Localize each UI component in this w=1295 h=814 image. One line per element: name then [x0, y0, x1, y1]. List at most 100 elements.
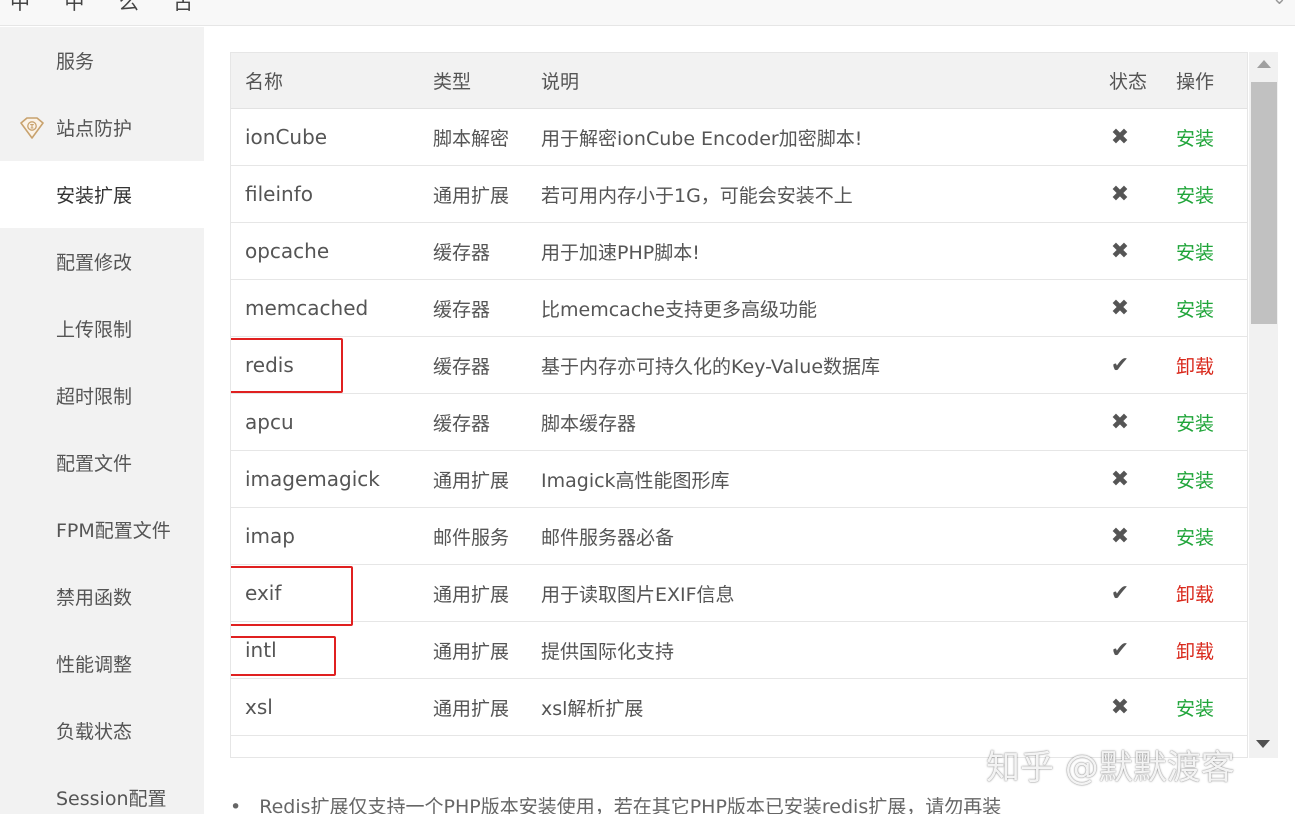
- chevron-down-icon[interactable]: ⌄: [1272, 0, 1287, 9]
- extension-description: 用于加速PHP脚本!: [541, 241, 700, 264]
- scrollbar-thumb[interactable]: [1251, 82, 1277, 324]
- sidebar-item-site-protection[interactable]: 站点防护: [0, 94, 204, 161]
- extension-type: 脚本解密: [433, 127, 510, 150]
- not-installed-icon: ✖: [1110, 295, 1130, 321]
- extension-description: 用于解密ionCube Encoder加密脚本!: [541, 127, 863, 150]
- extension-type: 缓存器: [433, 412, 491, 435]
- highlight-box-redis: [231, 338, 343, 393]
- sidebar-item-label: Session配置: [56, 788, 167, 810]
- extension-type: 缓存器: [433, 355, 491, 378]
- table-row: opcache 缓存器 用于加速PHP脚本! ✖ 安装: [231, 223, 1247, 280]
- extension-description: 脚本缓存器: [541, 412, 637, 435]
- extension-name: ionCube: [245, 125, 328, 149]
- extension-type: 通用扩展: [433, 640, 510, 663]
- sidebar-item-label: 配置修改: [56, 252, 133, 274]
- top-bar: 中 中 么 古 ⌄: [0, 0, 1295, 26]
- sidebar-item-service[interactable]: 服务: [0, 27, 204, 94]
- sidebar-item-label: 上传限制: [56, 319, 133, 341]
- not-installed-icon: ✖: [1110, 238, 1130, 264]
- extension-description: 若可用内存小于1G，可能会安装不上: [541, 184, 853, 207]
- table-header: 名称 类型 说明 状态 操作: [231, 53, 1247, 109]
- extension-type: 缓存器: [433, 298, 491, 321]
- table-row: apcu 缓存器 脚本缓存器 ✖ 安装: [231, 394, 1247, 451]
- extension-description: Imagick高性能图形库: [541, 469, 730, 492]
- install-button[interactable]: 安装: [1176, 508, 1214, 564]
- install-button[interactable]: 安装: [1176, 451, 1214, 507]
- table-scrollbar[interactable]: [1249, 52, 1278, 758]
- bullet-icon: •: [230, 796, 242, 814]
- install-button[interactable]: 安装: [1176, 166, 1214, 222]
- install-button[interactable]: 安装: [1176, 109, 1214, 165]
- not-installed-icon: ✖: [1110, 409, 1130, 435]
- extension-name: opcache: [245, 239, 330, 263]
- extension-name: fileinfo: [245, 182, 313, 206]
- extension-description: 邮件服务器必备: [541, 526, 675, 549]
- extensions-table: 名称 类型 说明 状态 操作 ionCube 脚本解密 用于解密ionCube …: [230, 52, 1248, 758]
- sidebar-item-label: 服务: [56, 51, 95, 73]
- sidebar-item-performance[interactable]: 性能调整: [0, 630, 204, 697]
- extension-type: 缓存器: [433, 241, 491, 264]
- sidebar-item-install-extensions[interactable]: 安装扩展: [0, 161, 204, 228]
- install-button[interactable]: 安装: [1176, 394, 1214, 450]
- scroll-down-arrow-icon[interactable]: [1256, 740, 1270, 748]
- column-header-description: 说明: [541, 71, 580, 93]
- column-header-type: 类型: [433, 71, 472, 93]
- not-installed-icon: ✖: [1110, 694, 1130, 720]
- table-row: redis 缓存器 基于内存亦可持久化的Key-Value数据库 ✔ 卸载: [231, 337, 1247, 394]
- extension-name: memcached: [245, 296, 369, 320]
- not-installed-icon: ✖: [1110, 466, 1130, 492]
- column-header-name: 名称: [245, 71, 284, 93]
- extension-description: 基于内存亦可持久化的Key-Value数据库: [541, 355, 881, 378]
- extension-description: 用于读取图片EXIF信息: [541, 583, 735, 606]
- sidebar-item-session-config[interactable]: Session配置: [0, 764, 204, 814]
- sidebar-item-label: 超时限制: [56, 386, 133, 408]
- not-installed-icon: ✖: [1110, 181, 1130, 207]
- sidebar: 服务 站点防护 安装扩展 配置修改 上传限制 超时限制 配置文件 FPM配置文件…: [0, 27, 204, 814]
- extension-name: apcu: [245, 410, 294, 434]
- extension-type: 通用扩展: [433, 184, 510, 207]
- install-button[interactable]: 安装: [1176, 280, 1214, 336]
- install-button[interactable]: 安装: [1176, 223, 1214, 279]
- sidebar-item-label: FPM配置文件: [56, 520, 171, 542]
- extension-name: xsl: [245, 695, 273, 719]
- extension-name: imap: [245, 524, 295, 548]
- sidebar-item-label: 禁用函数: [56, 587, 133, 609]
- installed-check-icon: ✔: [1110, 352, 1130, 378]
- extension-type: 通用扩展: [433, 583, 510, 606]
- sidebar-item-load-status[interactable]: 负载状态: [0, 697, 204, 764]
- note-text: Redis扩展仅支持一个PHP版本安装使用，若在其它PHP版本已安装redis扩…: [259, 796, 1002, 814]
- column-header-action: 操作: [1176, 71, 1215, 93]
- highlight-box-exif: [231, 566, 353, 626]
- extension-name: imagemagick: [245, 467, 380, 491]
- extension-type: 邮件服务: [433, 526, 510, 549]
- not-installed-icon: ✖: [1110, 124, 1130, 150]
- sidebar-item-upload-limit[interactable]: 上传限制: [0, 295, 204, 362]
- table-row: fileinfo 通用扩展 若可用内存小于1G，可能会安装不上 ✖ 安装: [231, 166, 1247, 223]
- uninstall-button[interactable]: 卸载: [1176, 337, 1214, 393]
- sidebar-item-label: 安装扩展: [56, 185, 133, 207]
- shield-icon: [20, 116, 44, 139]
- sidebar-item-config-modify[interactable]: 配置修改: [0, 228, 204, 295]
- table-row: imap 邮件服务 邮件服务器必备 ✖ 安装: [231, 508, 1247, 565]
- installed-check-icon: ✔: [1110, 637, 1130, 663]
- sidebar-item-config-file[interactable]: 配置文件: [0, 429, 204, 496]
- extension-description: xsl解析扩展: [541, 697, 644, 720]
- sidebar-item-label: 配置文件: [56, 453, 133, 475]
- redis-note: • Redis扩展仅支持一个PHP版本安装使用，若在其它PHP版本已安装redis…: [230, 792, 1001, 814]
- sidebar-item-disabled-functions[interactable]: 禁用函数: [0, 563, 204, 630]
- uninstall-button[interactable]: 卸载: [1176, 565, 1214, 621]
- uninstall-button[interactable]: 卸载: [1176, 622, 1214, 678]
- scroll-up-arrow-icon[interactable]: [1257, 60, 1271, 68]
- install-button[interactable]: 安装: [1176, 679, 1214, 735]
- highlight-box-intl: [231, 636, 336, 676]
- not-installed-icon: ✖: [1110, 523, 1130, 549]
- table-row: ionCube 脚本解密 用于解密ionCube Encoder加密脚本! ✖ …: [231, 109, 1247, 166]
- table-row: imagemagick 通用扩展 Imagick高性能图形库 ✖ 安装: [231, 451, 1247, 508]
- sidebar-item-timeout-limit[interactable]: 超时限制: [0, 362, 204, 429]
- window-title: 中 中 么 古: [10, 0, 208, 14]
- sidebar-item-label: 性能调整: [56, 654, 133, 676]
- extension-description: 提供国际化支持: [541, 640, 675, 663]
- installed-check-icon: ✔: [1110, 580, 1130, 606]
- sidebar-item-fpm-config[interactable]: FPM配置文件: [0, 496, 204, 563]
- extension-description: 比memcache支持更多高级功能: [541, 298, 817, 321]
